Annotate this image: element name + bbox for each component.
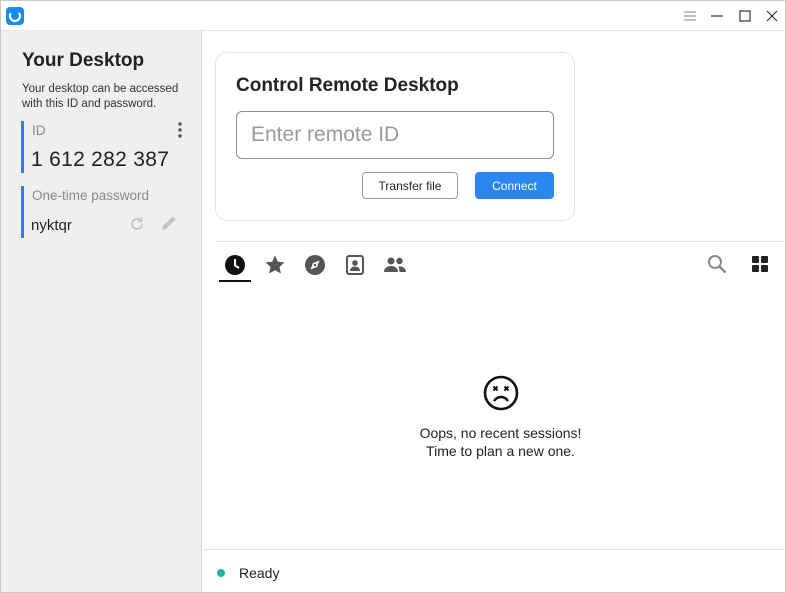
title-bar[interactable]: [1, 1, 785, 31]
edit-password-icon[interactable]: [159, 213, 179, 238]
tab-selected-indicator: [219, 280, 251, 282]
connect-card: Control Remote Desktop Transfer file Con…: [215, 52, 575, 221]
tab-favorites[interactable]: [259, 251, 291, 283]
history-icon: [224, 254, 246, 281]
password-label: One-time password: [32, 188, 150, 203]
remote-id-input[interactable]: [236, 111, 554, 159]
menu-icon: [684, 11, 696, 21]
tab-address-book[interactable]: [339, 251, 371, 283]
tab-recent-sessions[interactable]: [219, 251, 251, 283]
empty-state-message: Oops, no recent sessions! Time to plan a…: [353, 424, 648, 460]
sidebar: Your Desktop Your desktop can be accesse…: [1, 31, 202, 592]
main-panel: Control Remote Desktop Transfer file Con…: [203, 31, 785, 592]
empty-state-line-1: Oops, no recent sessions!: [419, 425, 582, 441]
sidebar-title: Your Desktop: [22, 50, 145, 71]
group-icon: [383, 255, 407, 280]
id-field: ID 1 612 282 387: [21, 121, 186, 173]
compass-icon: [304, 254, 326, 281]
id-value: 1 612 282 387: [31, 148, 170, 171]
divider: [215, 241, 785, 242]
more-options-icon[interactable]: [174, 121, 186, 139]
app-logo-icon: [6, 7, 24, 25]
search-icon: [707, 254, 727, 279]
menu-button[interactable]: [679, 5, 701, 27]
star-icon: [264, 254, 286, 281]
close-button[interactable]: [761, 5, 783, 27]
connect-card-title: Control Remote Desktop: [236, 75, 459, 96]
password-value: nyktqr: [31, 217, 72, 234]
status-indicator-icon: [217, 569, 225, 577]
connect-button[interactable]: Connect: [475, 172, 554, 199]
grid-view-button[interactable]: [747, 253, 773, 279]
minimize-icon: [711, 10, 723, 22]
sad-face-icon: [483, 375, 519, 416]
status-bar: Ready: [203, 549, 785, 592]
empty-state-line-2: Time to plan a new one.: [426, 443, 575, 459]
tab-discovered[interactable]: [299, 251, 331, 283]
maximize-icon: [739, 10, 751, 22]
search-button[interactable]: [704, 253, 730, 279]
transfer-file-button[interactable]: Transfer file: [362, 172, 458, 199]
grid-view-icon: [752, 255, 768, 277]
minimize-button[interactable]: [706, 5, 728, 27]
close-icon: [766, 10, 778, 22]
app-window: Your Desktop Your desktop can be accesse…: [0, 0, 786, 593]
address-book-icon: [344, 254, 366, 281]
tab-group[interactable]: [379, 251, 411, 283]
sidebar-description: Your desktop can be accessed with this I…: [22, 83, 179, 110]
id-label: ID: [32, 123, 46, 138]
status-text: Ready: [239, 565, 280, 581]
password-field: One-time password nyktqr: [21, 186, 186, 238]
maximize-button[interactable]: [734, 5, 756, 27]
refresh-password-icon[interactable]: [128, 215, 146, 238]
